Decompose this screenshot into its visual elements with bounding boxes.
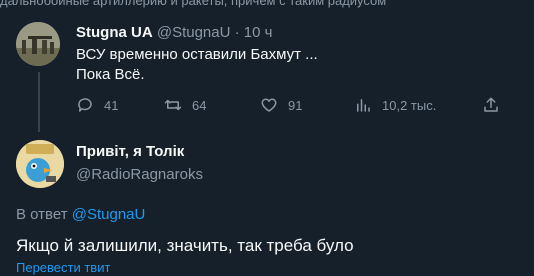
retweet-count: 64 [192,97,207,113]
avatar[interactable] [16,140,64,188]
avatar[interactable] [16,22,60,66]
in-reply-prefix: В ответ [16,206,68,223]
views-count: 10,2 тыс. [382,97,437,113]
like-button[interactable]: 91 [260,96,302,114]
bird-avatar-image [16,140,64,188]
tweet-text-line: Пока Всё. [76,66,145,83]
retweet-icon [164,99,182,111]
like-icon [261,98,277,112]
tweet-text-line: ВСУ временно оставили Бахмут ... [76,46,318,63]
tweet-actions: 41 64 91 10,2 тыс. [76,96,506,116]
author-name[interactable]: Привіт, я Толік [76,143,184,160]
author-name[interactable]: Stugna UA [76,24,153,41]
avatar-image [16,22,60,66]
in-reply-to: В ответ @StugnaU [16,206,145,223]
like-count: 91 [288,97,303,113]
retweet-button[interactable]: 64 [164,96,206,114]
author-handle[interactable]: @RadioRagnaroks [76,166,203,183]
thread-connector-line [38,72,40,132]
tweet-text: ВСУ временно оставили Бахмут ... Пока Вс… [76,45,318,85]
reply-button[interactable]: 41 [76,96,118,114]
views-button[interactable]: 10,2 тыс. [354,96,436,114]
author-handle[interactable]: @StugnaU [157,24,231,41]
reply-count: 41 [104,97,119,113]
reply-text: Якщо й залишили, значить, так треба було [16,236,354,255]
previous-tweet-text-fragment: дальнобойные артиллерию и ракеты, причем… [0,0,387,8]
tweet-header: Stugna UA @StugnaU · 10 ч [76,24,272,41]
in-reply-handle-link[interactable]: @StugnaU [72,206,146,223]
share-icon [484,97,498,112]
share-button[interactable] [482,96,500,114]
views-icon [357,99,370,112]
meta-separator: · [234,24,240,41]
tweet-time[interactable]: 10 ч [244,24,273,41]
translate-link[interactable]: Перевести твит [16,260,110,275]
reply-icon [78,98,92,112]
